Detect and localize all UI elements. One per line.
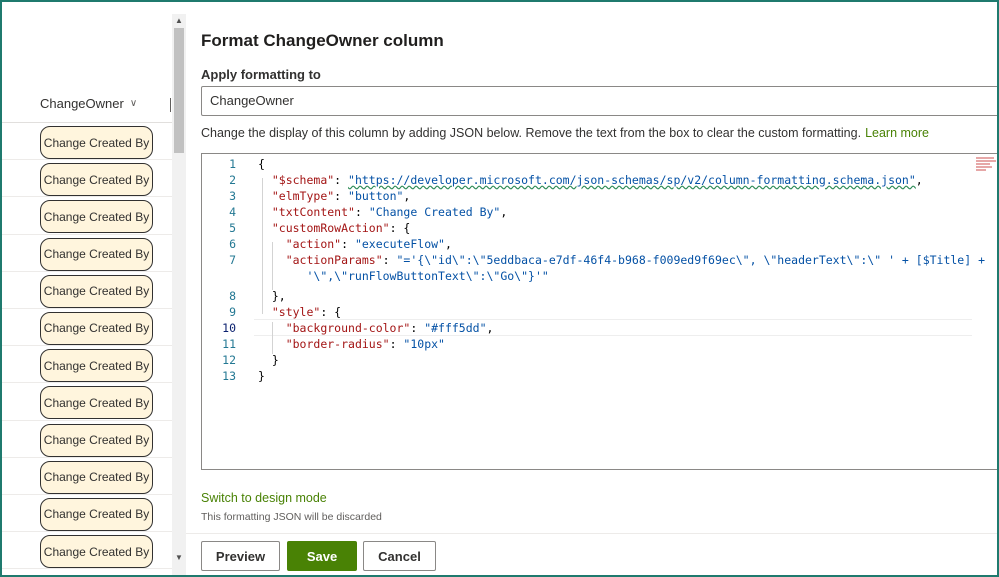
change-created-by-button[interactable]: Change Created By — [40, 497, 153, 531]
list-row[interactable]: Change Created By — [2, 272, 172, 309]
line-number: 10 — [222, 321, 236, 335]
json-value: "='{\"id\":\"5eddbaca-e7df-46f4-b968-f00… — [396, 253, 986, 267]
json-value: "10px" — [403, 337, 445, 351]
change-created-by-button[interactable]: Change Created By — [40, 386, 153, 420]
column-separator — [170, 98, 171, 112]
line-number: 2 — [229, 173, 236, 187]
change-created-by-button[interactable]: Change Created By — [40, 163, 153, 197]
line-number: 3 — [229, 189, 236, 203]
panel-title: Format ChangeOwner column — [201, 31, 444, 50]
switch-to-design-mode-link[interactable]: Switch to design mode — [201, 491, 327, 505]
json-key: "action" — [285, 237, 342, 251]
apply-formatting-label: Apply formatting to — [201, 67, 321, 82]
list-scrollbar[interactable]: ▲ ▼ — [172, 14, 186, 575]
learn-more-link[interactable]: Learn more — [865, 126, 929, 140]
list-row[interactable]: Change Created By — [2, 160, 172, 198]
change-created-by-button[interactable]: Change Created By — [40, 274, 153, 308]
json-key: "$schema" — [271, 173, 335, 187]
list-row[interactable]: Change Created By — [2, 309, 172, 347]
json-key: "background-color" — [285, 321, 411, 335]
json-key: "actionParams" — [285, 253, 383, 267]
change-created-by-button[interactable]: Change Created By — [40, 460, 153, 494]
line-number: 4 — [229, 205, 236, 219]
change-created-by-button[interactable]: Change Created By — [40, 311, 153, 345]
change-created-by-button[interactable]: Change Created By — [40, 126, 153, 159]
apply-formatting-dropdown[interactable]: ChangeOwner — [201, 86, 999, 116]
json-key: "customRowAction" — [271, 221, 390, 235]
change-created-by-button[interactable]: Change Created By — [40, 535, 153, 569]
json-key: "elmType" — [271, 189, 335, 203]
line-number: 7 — [229, 253, 236, 267]
preview-button[interactable]: Preview — [201, 541, 280, 571]
json-code-editor[interactable]: 1{ 2 "$schema": "https://developer.micro… — [201, 153, 999, 470]
format-column-panel: Format ChangeOwner column Apply formatti… — [186, 2, 999, 575]
line-number: 12 — [222, 353, 236, 367]
list-row[interactable]: Change Created By — [2, 458, 172, 495]
json-value: "https://developer.microsoft.com/json-sc… — [348, 173, 916, 187]
json-key: "txtContent" — [271, 205, 355, 219]
column-header-label: ChangeOwner — [40, 96, 124, 111]
list-row[interactable]: Change Created By — [2, 123, 172, 161]
change-created-by-button[interactable]: Change Created By — [40, 423, 153, 457]
json-value: "executeFlow" — [354, 237, 445, 251]
json-value: '\",\"runFlowButtonText\":\"Go\"}'" — [306, 269, 549, 283]
change-created-by-button[interactable]: Change Created By — [40, 349, 153, 383]
list-row[interactable]: Change Created By — [2, 197, 172, 235]
list-row[interactable]: Change Created By — [2, 532, 172, 570]
cancel-button[interactable]: Cancel — [363, 541, 436, 571]
change-created-by-button[interactable]: Change Created By — [40, 237, 153, 271]
json-key: "style" — [271, 305, 321, 319]
line-number: 5 — [229, 221, 236, 235]
line-number: 8 — [229, 289, 236, 303]
list-row[interactable]: Change Created By — [2, 383, 172, 421]
json-value: "#fff5dd" — [424, 321, 487, 335]
json-key: "border-radius" — [285, 337, 390, 351]
editor-minimap[interactable] — [976, 156, 998, 180]
line-number: 9 — [229, 305, 236, 319]
list-pane: ChangeOwner ∨ Change Created By Change Cr… — [2, 2, 172, 575]
discard-note: This formatting JSON will be discarded — [201, 511, 382, 523]
json-value: "Change Created By" — [368, 205, 501, 219]
line-number: 1 — [229, 157, 236, 171]
line-number: 6 — [229, 237, 236, 251]
scroll-down-icon[interactable]: ▼ — [174, 553, 184, 563]
list-row[interactable]: Change Created By — [2, 346, 172, 384]
list-rows: Change Created By Change Created By Change… — [2, 123, 172, 570]
chevron-down-icon[interactable]: ∨ — [130, 98, 137, 109]
column-header-changeowner[interactable]: ChangeOwner ∨ — [40, 96, 137, 111]
description-body: Change the display of this column by add… — [201, 126, 862, 140]
scroll-up-icon[interactable]: ▲ — [174, 16, 184, 26]
save-button[interactable]: Save — [287, 541, 357, 571]
list-row[interactable]: Change Created By — [2, 235, 172, 272]
list-row[interactable]: Change Created By — [2, 495, 172, 533]
list-row[interactable]: Change Created By — [2, 421, 172, 458]
line-number: 13 — [222, 369, 236, 383]
scroll-thumb[interactable] — [174, 28, 184, 153]
change-created-by-button[interactable]: Change Created By — [40, 200, 153, 234]
description-text: Change the display of this column by add… — [201, 126, 929, 140]
json-value: "button" — [348, 189, 404, 203]
footer-divider — [186, 533, 997, 534]
line-number: 11 — [222, 337, 236, 351]
